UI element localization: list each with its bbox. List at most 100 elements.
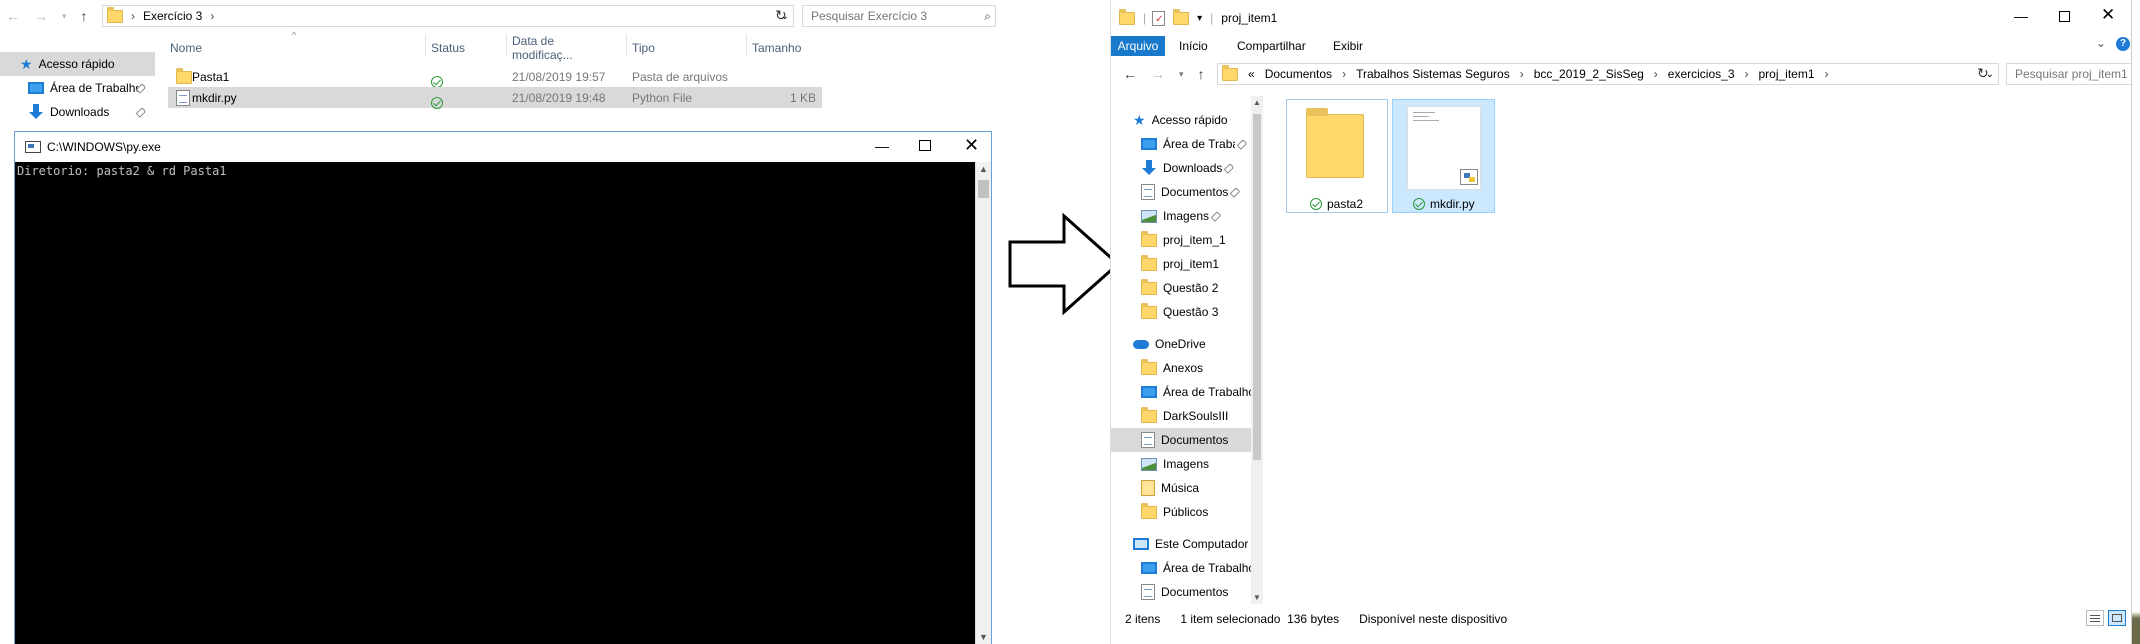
nav-item[interactable]: proj_item1 (1111, 252, 1251, 276)
scroll-up-arrow-icon[interactable]: ▲ (1253, 98, 1261, 107)
refresh-icon[interactable]: ↻ (1977, 65, 1989, 82)
nav-item[interactable]: Área de Trabalho (1111, 556, 1251, 580)
file-row[interactable]: Pasta1 21/08/2019 19:57 Pasta de arquivo… (168, 66, 822, 88)
minimize-button[interactable]: — (2014, 8, 2028, 24)
maximize-button[interactable] (2059, 11, 2070, 22)
minimize-button[interactable]: — (875, 138, 889, 154)
right-search-box[interactable]: Pesquisar proj_item1 ⌕ (2006, 63, 2140, 85)
content-item-python-file[interactable]: mkdir.py (1392, 99, 1495, 213)
breadcrumb-item[interactable]: Documentos (1265, 67, 1332, 81)
ribbon-tab-share[interactable]: Compartilhar (1237, 39, 1306, 53)
nav-item[interactable]: ★ Acesso rápido (1111, 108, 1251, 132)
desktop-icon (28, 82, 44, 94)
back-icon[interactable]: ← (1123, 66, 1137, 82)
ribbon-tab-label: Arquivo (1117, 39, 1159, 53)
breadcrumb-item[interactable]: proj_item1 (1759, 67, 1815, 81)
console-title-bar[interactable]: C:\WINDOWS\py.exe — ✕ (15, 132, 991, 162)
up-icon[interactable]: ↑ (1198, 66, 1205, 82)
ribbon-tab-file[interactable]: Arquivo (1111, 36, 1165, 56)
nav-item[interactable]: Documentos (1111, 580, 1251, 604)
scroll-up-arrow-icon[interactable]: ▲ (979, 164, 988, 174)
expand-ribbon-icon[interactable]: ⌄ (2096, 36, 2106, 50)
breadcrumb-item[interactable]: exercicios_3 (1668, 67, 1735, 81)
nav-item[interactable]: Downloads (1111, 156, 1251, 180)
close-button[interactable]: ✕ (964, 135, 979, 156)
nav-item[interactable]: Questão 3 (1111, 300, 1251, 324)
nav-item[interactable]: Música (1111, 476, 1251, 500)
close-button[interactable]: ✕ (2101, 5, 2115, 25)
breadcrumb-separator: › (1342, 67, 1347, 81)
scroll-down-arrow-icon[interactable]: ▼ (979, 632, 988, 642)
nav-item[interactable]: Este Computador (1111, 532, 1251, 556)
nav-item-downloads[interactable]: Downloads (0, 100, 155, 124)
search-input[interactable]: Pesquisar proj_item1 (2015, 67, 2128, 81)
left-address-bar[interactable]: › Exercício 3 › ⌄ (102, 5, 794, 27)
customize-toolbar-icon[interactable]: ▾ (1197, 13, 1202, 24)
nav-item[interactable]: Documentos (1111, 180, 1251, 204)
scroll-thumb[interactable] (978, 180, 989, 198)
nav-item[interactable]: Área de Trabalho (1111, 380, 1251, 404)
console-scrollbar[interactable]: ▲ ▼ (975, 162, 991, 644)
nav-label: Área de Trabalho (1163, 385, 1251, 399)
help-icon[interactable]: ? (2116, 37, 2130, 51)
nav-item[interactable]: proj_item_1 (1111, 228, 1251, 252)
search-input[interactable]: Pesquisar Exercício 3 (811, 9, 927, 23)
column-divider (746, 34, 747, 56)
left-nav-pane: ★ Acesso rápido Área de Trabalho Downloa… (0, 50, 155, 135)
back-icon[interactable]: ← (6, 8, 20, 24)
nav-item[interactable]: OneDrive (1111, 332, 1251, 356)
maximize-button[interactable] (919, 140, 931, 151)
column-header-type[interactable]: Tipo (632, 41, 655, 55)
python-file-thumbnail (1407, 106, 1481, 190)
recent-dropdown-icon[interactable]: ▾ (1179, 69, 1184, 80)
column-header-size[interactable]: Tamanho (752, 41, 801, 55)
nav-item[interactable]: Documentos (1111, 428, 1251, 452)
status-bar: 2 itens 1 item selecionado 136 bytes Dis… (1111, 608, 2140, 630)
right-title-bar[interactable]: | ✓ ▾ | proj_item1 — ✕ (1111, 0, 2140, 36)
properties-icon[interactable]: ✓ (1152, 10, 1166, 26)
nav-item-desktop[interactable]: Área de Trabalho (0, 76, 155, 100)
nav-item[interactable]: Públicos (1111, 500, 1251, 524)
nav-item[interactable]: Anexos (1111, 356, 1251, 380)
breadcrumb-item[interactable]: bcc_2019_2_SisSeg (1534, 67, 1644, 81)
forward-icon[interactable]: → (34, 8, 48, 24)
pictures-icon (1141, 209, 1157, 223)
left-search-box[interactable]: Pesquisar Exercício 3 ⌕ (802, 5, 996, 27)
file-row-selected[interactable]: mkdir.py 21/08/2019 19:48 Python File 1 … (168, 87, 822, 109)
python-badge-icon (1460, 169, 1478, 185)
search-icon[interactable]: ⌕ (984, 9, 991, 24)
console-title: C:\WINDOWS\py.exe (47, 140, 161, 154)
nav-item[interactable]: Imagens (1111, 204, 1251, 228)
content-item-folder[interactable]: pasta2 (1286, 99, 1388, 213)
nav-item[interactable]: Imagens (1111, 452, 1251, 476)
column-header-name[interactable]: Nome (170, 41, 202, 55)
scroll-down-arrow-icon[interactable]: ▼ (1253, 593, 1261, 602)
folder-icon (1141, 302, 1157, 319)
sort-indicator-icon: ^ (292, 30, 297, 40)
console-output-area[interactable]: Diretorio: pasta2 & rd Pasta1 (15, 162, 975, 644)
nav-item[interactable]: DarkSoulsIII (1111, 404, 1251, 428)
details-view-button[interactable] (2086, 610, 2104, 626)
nav-item[interactable]: Área de Traba (1111, 132, 1251, 156)
new-folder-icon[interactable] (1173, 8, 1190, 25)
right-address-bar[interactable]: « Documentos › Trabalhos Sistemas Seguro… (1217, 63, 1999, 85)
nav-item-quick-access[interactable]: ★ Acesso rápido (0, 52, 155, 76)
file-name: Pasta1 (192, 69, 230, 84)
breadcrumb-item[interactable]: Trabalhos Sistemas Seguros (1356, 67, 1510, 81)
nav-item[interactable]: Questão 2 (1111, 276, 1251, 300)
nav-scrollbar[interactable]: ▲ ▼ (1251, 96, 1263, 604)
scroll-thumb[interactable] (1253, 114, 1261, 460)
breadcrumb-item[interactable]: Exercício 3 (143, 9, 202, 23)
column-header-status[interactable]: Status (431, 41, 465, 55)
console-output-line: Diretorio: pasta2 & rd Pasta1 (17, 164, 227, 178)
column-header-date[interactable]: Data de modificaç... (512, 34, 573, 62)
up-icon[interactable]: ↑ (81, 8, 88, 24)
recent-dropdown-icon[interactable]: ▾ (62, 11, 67, 22)
item-name: mkdir.py (1430, 197, 1475, 211)
ribbon-tab-view[interactable]: Exibir (1333, 39, 1363, 53)
ribbon-tab-home[interactable]: Início (1179, 39, 1208, 53)
large-icons-view-button[interactable] (2108, 610, 2126, 626)
forward-icon[interactable]: → (1151, 66, 1165, 82)
refresh-icon[interactable]: ↻ (775, 7, 787, 24)
breadcrumb-overflow[interactable]: « (1248, 67, 1255, 81)
